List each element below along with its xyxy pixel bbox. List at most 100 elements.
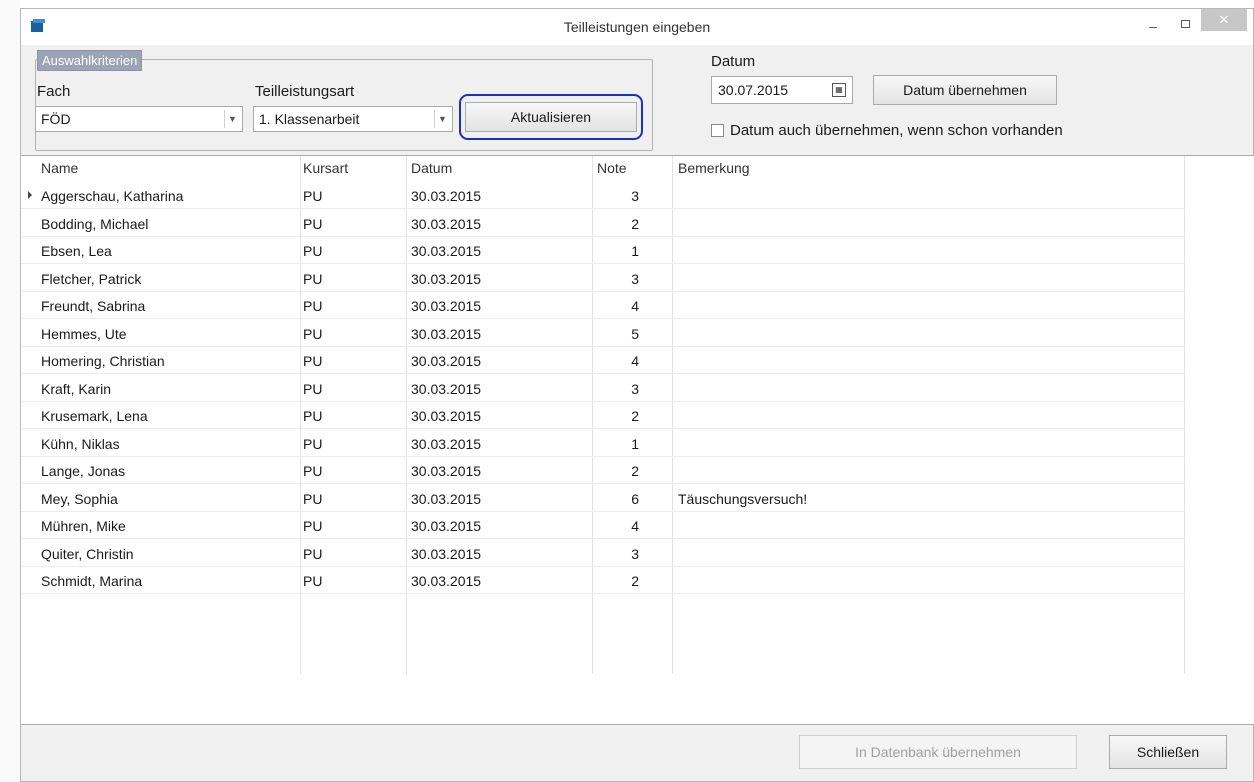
cell-datum[interactable]: 30.03.2015 [411,518,481,534]
cell-name[interactable]: Lange, Jonas [41,463,125,479]
table-row[interactable]: Bodding, Michael PU 30.03.2015 2 [21,211,1185,237]
cell-datum[interactable]: 30.03.2015 [411,243,481,259]
save-to-database-button[interactable]: In Datenbank übernehmen [799,735,1077,769]
cell-note[interactable]: 4 [599,518,639,534]
table-row[interactable]: Mühren, Mike PU 30.03.2015 4 [21,513,1185,539]
cell-name[interactable]: Krusemark, Lena [41,408,148,424]
overwrite-date-option[interactable]: Datum auch übernehmen, wenn schon vorhan… [711,122,1063,139]
apply-date-button[interactable]: Datum übernehmen [873,75,1057,105]
cell-bemerkung[interactable]: Täuschungsversuch! [678,491,807,507]
close-button[interactable]: Schließen [1109,735,1227,769]
cell-name[interactable]: Freundt, Sabrina [41,298,145,314]
cell-name[interactable]: Schmidt, Marina [41,573,142,589]
column-header-note[interactable]: Note [597,160,627,176]
cell-datum[interactable]: 30.03.2015 [411,546,481,562]
refresh-button[interactable]: Aktualisieren [465,102,637,132]
cell-name[interactable]: Kühn, Niklas [41,436,120,452]
teilleistungsart-select[interactable]: 1. Klassenarbeit ▼ [253,106,453,132]
cell-note[interactable]: 3 [599,381,639,397]
table-row[interactable]: Freundt, Sabrina PU 30.03.2015 4 [21,293,1185,319]
cell-note[interactable]: 2 [599,408,639,424]
cell-kursart[interactable]: PU [303,271,322,287]
cell-name[interactable]: Kraft, Karin [41,381,111,397]
table-row[interactable]: Kraft, Karin PU 30.03.2015 3 [21,376,1185,402]
cell-datum[interactable]: 30.03.2015 [411,353,481,369]
column-header-name[interactable]: Name [41,160,78,176]
table-row[interactable]: Homering, Christian PU 30.03.2015 4 [21,348,1185,374]
cell-name[interactable]: Aggerschau, Katharina [41,188,183,204]
column-header-bemerkung[interactable]: Bemerkung [678,160,750,176]
cell-datum[interactable]: 30.03.2015 [411,491,481,507]
teilleistungsart-label: Teilleistungsart [255,83,355,100]
minimize-icon: ‒ [1149,18,1157,34]
cell-datum[interactable]: 30.03.2015 [411,408,481,424]
cell-kursart[interactable]: PU [303,463,322,479]
table-row[interactable]: Fletcher, Patrick PU 30.03.2015 3 [21,266,1185,292]
maximize-button[interactable] [1173,13,1197,35]
cell-datum[interactable]: 30.03.2015 [411,573,481,589]
cell-datum[interactable]: 30.03.2015 [411,463,481,479]
cell-note[interactable]: 5 [599,326,639,342]
cell-kursart[interactable]: PU [303,243,322,259]
overwrite-date-checkbox[interactable] [711,124,724,137]
cell-datum[interactable]: 30.03.2015 [411,381,481,397]
cell-datum[interactable]: 30.03.2015 [411,436,481,452]
close-window-button[interactable]: ✕ [1201,9,1247,31]
cell-kursart[interactable]: PU [303,188,322,204]
chevron-down-icon[interactable]: ▼ [434,110,450,128]
cell-note[interactable]: 3 [599,188,639,204]
cell-note[interactable]: 3 [599,271,639,287]
cell-datum[interactable]: 30.03.2015 [411,271,481,287]
cell-note[interactable]: 1 [599,243,639,259]
cell-name[interactable]: Homering, Christian [41,353,165,369]
fach-select[interactable]: FÖD ▼ [35,106,243,132]
date-value: 30.07.2015 [718,82,789,98]
cell-datum[interactable]: 30.03.2015 [411,298,481,314]
cell-kursart[interactable]: PU [303,491,322,507]
cell-name[interactable]: Mey, Sophia [41,491,118,507]
cell-note[interactable]: 1 [599,436,639,452]
table-row[interactable]: Quiter, Christin PU 30.03.2015 3 [21,541,1185,567]
column-header-kursart[interactable]: Kursart [303,160,348,176]
cell-datum[interactable]: 30.03.2015 [411,216,481,232]
chevron-down-icon[interactable]: ▼ [224,110,240,128]
cell-kursart[interactable]: PU [303,381,322,397]
date-input[interactable]: 30.07.2015 ▦ [711,76,853,104]
cell-name[interactable]: Bodding, Michael [41,216,148,232]
cell-kursart[interactable]: PU [303,353,322,369]
table-row[interactable]: Hemmes, Ute PU 30.03.2015 5 [21,321,1185,347]
cell-kursart[interactable]: PU [303,326,322,342]
cell-note[interactable]: 2 [599,216,639,232]
table-row[interactable]: Aggerschau, Katharina PU 30.03.2015 3 [21,183,1185,209]
column-header-datum[interactable]: Datum [411,160,452,176]
cell-note[interactable]: 4 [599,353,639,369]
cell-kursart[interactable]: PU [303,408,322,424]
cell-name[interactable]: Mühren, Mike [41,518,126,534]
cell-kursart[interactable]: PU [303,518,322,534]
grades-grid[interactable]: Name Kursart Datum Note Bemerkung Aggers… [21,155,1254,725]
cell-datum[interactable]: 30.03.2015 [411,326,481,342]
cell-kursart[interactable]: PU [303,216,322,232]
minimize-button[interactable]: ‒ [1141,15,1165,37]
table-row[interactable]: Mey, Sophia PU 30.03.2015 6 Täuschungsversuc… [21,486,1185,512]
cell-name[interactable]: Hemmes, Ute [41,326,127,342]
cell-note[interactable]: 2 [599,463,639,479]
cell-note[interactable]: 2 [599,573,639,589]
cell-note[interactable]: 4 [599,298,639,314]
cell-name[interactable]: Quiter, Christin [41,546,134,562]
table-row[interactable]: Krusemark, Lena PU 30.03.2015 2 [21,403,1185,429]
cell-name[interactable]: Ebsen, Lea [41,243,112,259]
cell-note[interactable]: 6 [599,491,639,507]
cell-kursart[interactable]: PU [303,573,322,589]
cell-kursart[interactable]: PU [303,436,322,452]
table-row[interactable]: Ebsen, Lea PU 30.03.2015 1 [21,238,1185,264]
table-row[interactable]: Kühn, Niklas PU 30.03.2015 1 [21,431,1185,457]
calendar-icon[interactable]: ▦ [832,83,846,97]
table-row[interactable]: Schmidt, Marina PU 30.03.2015 2 [21,568,1185,594]
cell-name[interactable]: Fletcher, Patrick [41,271,141,287]
cell-kursart[interactable]: PU [303,546,322,562]
cell-note[interactable]: 3 [599,546,639,562]
cell-kursart[interactable]: PU [303,298,322,314]
table-row[interactable]: Lange, Jonas PU 30.03.2015 2 [21,458,1185,484]
cell-datum[interactable]: 30.03.2015 [411,188,481,204]
